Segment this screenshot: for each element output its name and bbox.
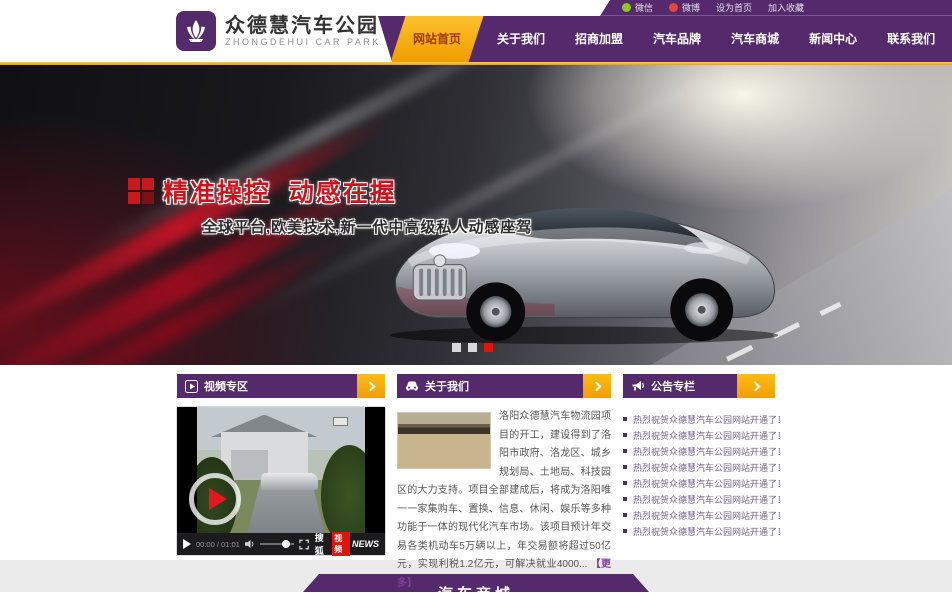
header-gold-divider bbox=[0, 62, 952, 65]
banner-caption: 精准操控 动感在握 全球平台,欧美技术,新一代中高级私人动感座驾 bbox=[128, 173, 532, 237]
video-controls: 00:00 / 01:01 搜狐 视频 NEWS bbox=[177, 533, 385, 555]
set-home-link[interactable]: 设为首页 bbox=[716, 1, 752, 14]
sohu-label: 搜狐 bbox=[315, 531, 330, 557]
video-section: 视频专区 00:00 / 01:01 bbox=[177, 374, 385, 593]
nav-item-about[interactable]: 关于我们 bbox=[482, 16, 560, 62]
weibo-label: 微博 bbox=[682, 1, 700, 14]
chevron-right-icon bbox=[750, 381, 760, 391]
slider-handle[interactable] bbox=[282, 540, 290, 548]
video-time: 00:00 / 01:01 bbox=[196, 540, 240, 549]
logo-title: 众德慧汽车公园 bbox=[225, 15, 381, 37]
notice-more-button[interactable] bbox=[737, 374, 775, 398]
video-more-button[interactable] bbox=[357, 374, 385, 398]
content-columns: 视频专区 00:00 / 01:01 bbox=[177, 374, 775, 593]
bullet-square-icon bbox=[623, 465, 627, 469]
banner-subheadline: 全球平台,欧美技术,新一代中高级私人动感座驾 bbox=[202, 216, 532, 237]
fullscreen-icon[interactable] bbox=[299, 539, 309, 550]
nav-item-mall[interactable]: 汽车商城 bbox=[716, 16, 794, 62]
slider-dots bbox=[452, 343, 493, 352]
nav-item-news[interactable]: 新闻中心 bbox=[794, 16, 872, 62]
notice-item[interactable]: 热烈祝贺众德慧汽车公园网站开通了！ bbox=[623, 507, 775, 523]
bullet-square-icon bbox=[623, 417, 627, 421]
wechat-link[interactable]: 微信 bbox=[622, 1, 653, 14]
slider-dot-3-active[interactable] bbox=[484, 343, 493, 352]
nav-item-contact[interactable]: 联系我们 bbox=[872, 16, 950, 62]
about-text-block: 洛阳众德慧汽车物流园项目的开工，建设得到了洛阳市政府、洛龙区、城乡规划局、土地局… bbox=[397, 408, 611, 593]
add-favorite-link[interactable]: 加入收藏 bbox=[768, 1, 804, 14]
slider-dot-2[interactable] bbox=[468, 343, 477, 352]
nav-item-brands[interactable]: 汽车品牌 bbox=[638, 16, 716, 62]
notice-item[interactable]: 热烈祝贺众德慧汽车公园网站开通了！ bbox=[623, 459, 775, 475]
bullet-square-icon bbox=[623, 497, 627, 501]
sohu-video-badge: 视频 bbox=[332, 532, 350, 556]
logo-lotus-icon bbox=[176, 11, 216, 51]
big-play-button[interactable] bbox=[189, 473, 241, 525]
volume-slider[interactable] bbox=[260, 543, 294, 545]
about-more-button[interactable] bbox=[583, 374, 611, 398]
notice-section-title: 公告专栏 bbox=[651, 378, 695, 394]
main-nav: 网站首页 关于我们 招商加盟 汽车品牌 汽车商城 新闻中心 联系我们 bbox=[378, 16, 952, 62]
nav-item-join[interactable]: 招商加盟 bbox=[560, 16, 638, 62]
weibo-link[interactable]: 微博 bbox=[669, 1, 700, 14]
notice-section-header: 公告专栏 bbox=[623, 374, 775, 398]
notice-item[interactable]: 热烈祝贺众德慧汽车公园网站开通了！ bbox=[623, 443, 775, 459]
chevron-right-icon bbox=[591, 381, 601, 391]
bullet-square-icon bbox=[623, 513, 627, 517]
weibo-icon bbox=[669, 3, 678, 12]
about-section-header: 关于我们 bbox=[397, 374, 611, 398]
thumb-bush-right bbox=[321, 445, 365, 533]
about-section: 关于我们 洛阳众德慧汽车物流园项目的开工，建设得到了洛阳市政府、洛龙区、城乡规划… bbox=[397, 374, 611, 593]
notice-item[interactable]: 热烈祝贺众德慧汽车公园网站开通了！ bbox=[623, 475, 775, 491]
notice-item[interactable]: 热烈祝贺众德慧汽车公园网站开通了！ bbox=[623, 491, 775, 507]
chevron-right-icon bbox=[365, 381, 375, 391]
logo[interactable]: 众德慧汽车公园 ZHONGDEHUI CAR PARK bbox=[176, 11, 381, 51]
volume-icon[interactable] bbox=[245, 539, 255, 549]
logo-subtitle: ZHONGDEHUI CAR PARK bbox=[225, 37, 381, 47]
site-header: 微信 微博 设为首页 加入收藏 众德慧汽车公园 ZHONGDEHUI CAR P… bbox=[0, 0, 952, 62]
bullet-square-icon bbox=[623, 481, 627, 485]
notice-section: 公告专栏 热烈祝贺众德慧汽车公园网站开通了！ 热烈祝贺众德慧汽车公园网站开通了！… bbox=[623, 374, 775, 593]
slider-dot-1[interactable] bbox=[452, 343, 461, 352]
thumb-car bbox=[261, 473, 318, 491]
video-icon bbox=[185, 380, 198, 393]
notice-item[interactable]: 热烈祝贺众德慧汽车公园网站开通了！ bbox=[623, 427, 775, 443]
car-icon bbox=[405, 380, 419, 392]
bullet-square-icon bbox=[623, 433, 627, 437]
megaphone-icon bbox=[631, 380, 645, 392]
about-photo bbox=[397, 412, 491, 469]
play-triangle-icon bbox=[209, 488, 227, 510]
play-button[interactable] bbox=[183, 539, 191, 549]
video-section-header: 视频专区 bbox=[177, 374, 385, 398]
bullet-square-icon bbox=[623, 529, 627, 533]
notice-item[interactable]: 热烈祝贺众德慧汽车公园网站开通了！ bbox=[623, 411, 775, 427]
video-player[interactable]: 00:00 / 01:01 搜狐 视频 NEWS bbox=[177, 407, 385, 555]
notice-list: 热烈祝贺众德慧汽车公园网站开通了！ 热烈祝贺众德慧汽车公园网站开通了！ 热烈祝贺… bbox=[623, 411, 775, 539]
about-section-title: 关于我们 bbox=[425, 378, 469, 394]
hero-banner: 精准操控 动感在握 全球平台,欧美技术,新一代中高级私人动感座驾 bbox=[0, 65, 952, 365]
sohu-brand: 搜狐 视频 NEWS bbox=[315, 531, 379, 557]
bullet-square-icon bbox=[623, 449, 627, 453]
topbar: 微信 微博 设为首页 加入收藏 bbox=[600, 0, 952, 16]
video-section-title: 视频专区 bbox=[204, 378, 248, 394]
news-label: NEWS bbox=[352, 539, 379, 549]
grid-squares-icon bbox=[128, 178, 154, 204]
thumb-street-sign bbox=[333, 417, 348, 426]
wechat-label: 微信 bbox=[635, 1, 653, 14]
nav-item-home[interactable]: 网站首页 bbox=[391, 16, 484, 62]
wechat-icon bbox=[622, 3, 631, 12]
notice-item[interactable]: 热烈祝贺众德慧汽车公园网站开通了！ bbox=[623, 523, 775, 539]
banner-headline: 精准操控 动感在握 bbox=[163, 173, 397, 209]
